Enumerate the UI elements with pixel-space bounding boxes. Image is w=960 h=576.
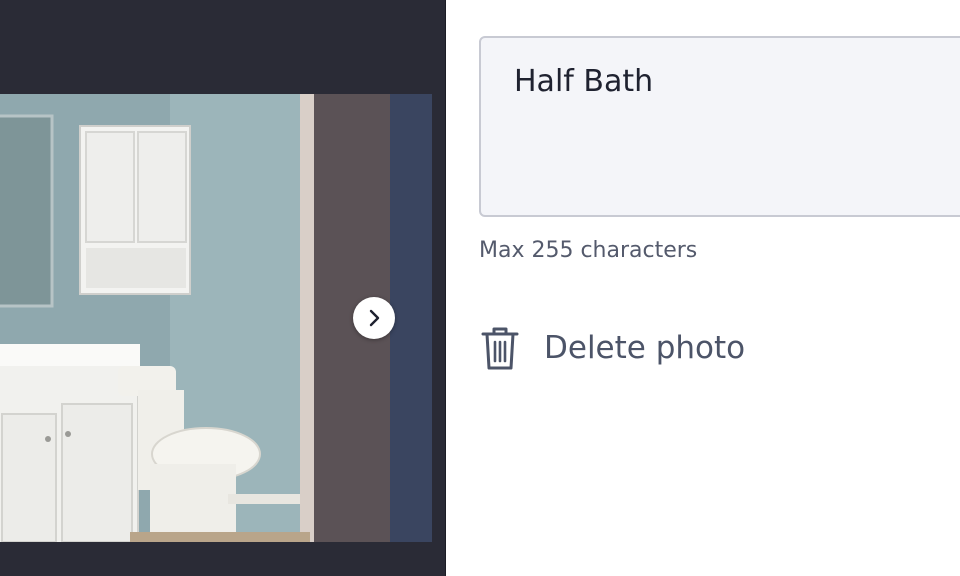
trash-icon [481, 327, 519, 370]
delete-photo-button[interactable]: Delete photo [481, 324, 745, 372]
photo-viewer [0, 0, 445, 576]
caption-value: Half Bath [514, 64, 654, 99]
caption-input[interactable]: Half Bath [479, 36, 960, 217]
next-photo-button[interactable] [353, 297, 395, 339]
delete-photo-label: Delete photo [544, 330, 746, 366]
caption-hint: Max 255 characters [479, 238, 698, 263]
photo-details-panel: Half Bath Max 255 characters Delete phot… [446, 0, 960, 576]
chevron-right-icon [369, 309, 380, 327]
